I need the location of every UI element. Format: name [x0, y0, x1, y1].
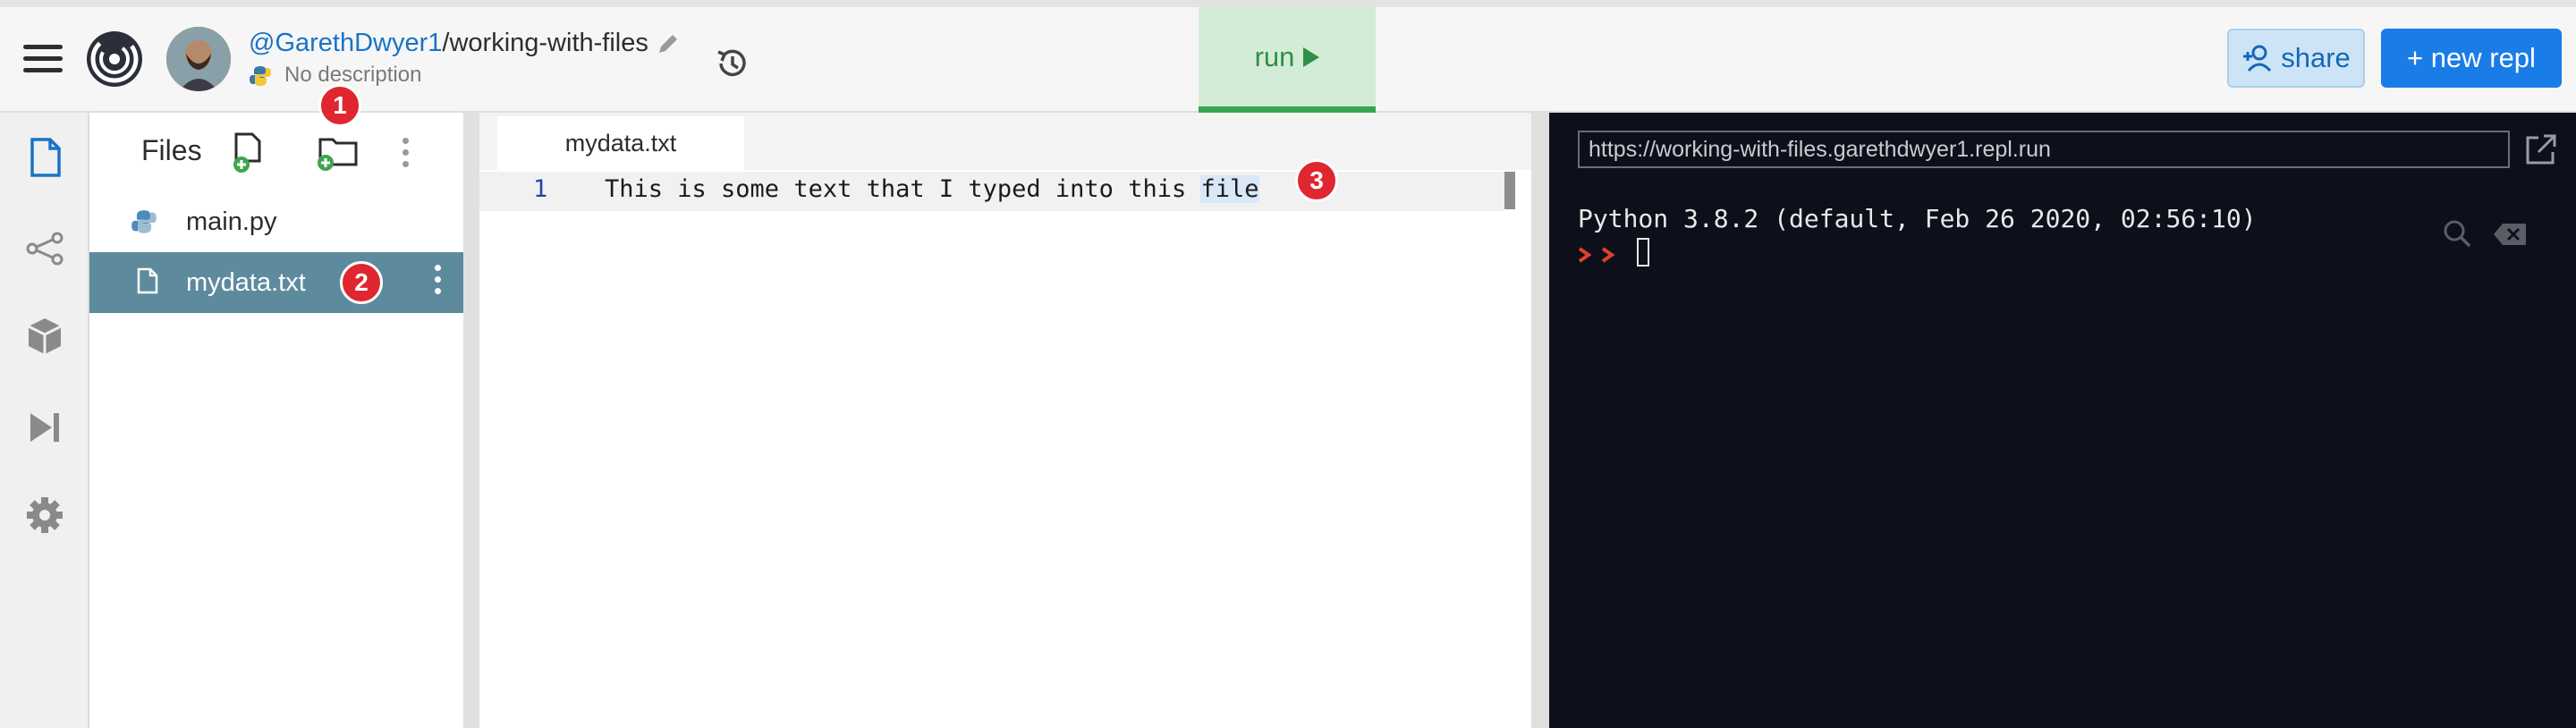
text-file-icon: [137, 267, 158, 294]
open-external-icon[interactable]: [2524, 132, 2558, 166]
new-repl-label: + new repl: [2407, 42, 2536, 73]
version-control-icon[interactable]: [23, 227, 66, 270]
file-kebab-icon[interactable]: [435, 265, 442, 300]
edit-pencil-icon[interactable]: [655, 30, 682, 57]
repl-name[interactable]: working-with-files: [449, 29, 648, 57]
console-search-icon[interactable]: [2442, 218, 2472, 249]
add-user-icon: [2243, 45, 2272, 72]
files-menu-kebab-icon[interactable]: [402, 138, 410, 173]
debugger-icon[interactable]: [23, 406, 66, 449]
new-file-icon[interactable]: [231, 131, 267, 174]
run-label: run: [1254, 40, 1295, 72]
settings-gear-icon[interactable]: [23, 494, 66, 537]
files-panel-title: Files: [141, 134, 202, 166]
history-icon[interactable]: [714, 45, 751, 82]
user-avatar[interactable]: [166, 27, 231, 91]
editor-console-splitter[interactable]: [1531, 113, 1549, 728]
python-version-output: Python 3.8.2 (default, Feb 26 2020, 02:5…: [1578, 204, 2257, 233]
share-button[interactable]: share: [2227, 29, 2365, 88]
repl-description[interactable]: No description: [284, 63, 421, 88]
files-editor-splitter[interactable]: [463, 113, 479, 728]
python-file-icon: [131, 210, 157, 233]
clear-console-icon[interactable]: [2492, 222, 2528, 247]
console-cursor[interactable]: [1637, 238, 1649, 267]
hamburger-menu-icon[interactable]: [23, 45, 63, 73]
repl-title[interactable]: @GarethDwyer1/working-with-files: [249, 29, 648, 58]
play-icon: [1303, 47, 1320, 67]
editor-tab-mydata[interactable]: mydata.txt: [497, 116, 744, 170]
code-highlighted-word: file: [1200, 175, 1259, 203]
annotation-badge-1: 1: [318, 84, 361, 127]
packages-cube-icon[interactable]: [23, 315, 66, 358]
prompt-chevrons-icon: [1578, 241, 1631, 268]
owner-link[interactable]: @GarethDwyer1: [249, 29, 442, 57]
run-button[interactable]: run: [1199, 7, 1376, 113]
line-number: 1: [533, 175, 548, 203]
annotation-badge-2: 2: [340, 261, 383, 304]
file-item-mydata-txt[interactable]: mydata.txt 2: [89, 252, 463, 313]
annotation-badge-3: 3: [1295, 159, 1338, 202]
files-icon[interactable]: [23, 136, 66, 179]
file-name: mydata.txt: [186, 267, 306, 297]
file-item-main-py[interactable]: main.py: [89, 191, 463, 252]
file-name: main.py: [186, 207, 277, 236]
webview-url-field[interactable]: https://working-with-files.garethdwyer1.…: [1578, 131, 2510, 168]
share-label: share: [2281, 42, 2351, 73]
code-line[interactable]: This is some text that I typed into this…: [605, 175, 1259, 203]
new-repl-button[interactable]: + new repl: [2381, 29, 2562, 88]
editor-scrollbar[interactable]: [1504, 172, 1515, 209]
code-text: This is some text that I typed into this: [605, 175, 1201, 203]
python-language-icon: [249, 64, 272, 88]
replit-logo-icon[interactable]: [84, 29, 145, 89]
new-folder-icon[interactable]: [315, 132, 361, 172]
